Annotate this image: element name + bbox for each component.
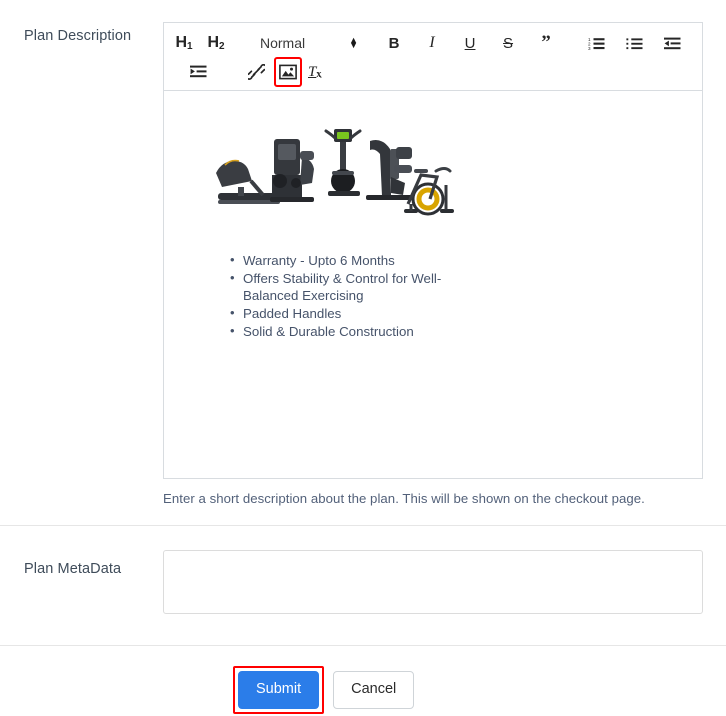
ordered-list-icon: 1 2 3 xyxy=(588,36,605,51)
insert-image-button[interactable] xyxy=(274,56,302,87)
heading-1-sub: 1 xyxy=(187,40,193,52)
indent-icon xyxy=(189,64,207,79)
rich-text-editor: H1 H2 Normal ▲ ▼ B I U S ” 1 2 3 Tx • Wa… xyxy=(163,22,703,479)
svg-text:3: 3 xyxy=(588,46,591,51)
blockquote-button[interactable]: ” xyxy=(534,30,558,56)
editor-toolbar: H1 H2 Normal ▲ ▼ B I U S ” 1 2 3 Tx xyxy=(163,22,703,91)
cancel-button[interactable]: Cancel xyxy=(333,671,415,709)
list-item: Padded Handles xyxy=(230,304,448,322)
plan-metadata-control xyxy=(163,550,703,619)
plan-metadata-row: Plan MetaData xyxy=(0,526,726,619)
heading-2-button[interactable]: H2 xyxy=(204,30,228,56)
ordered-list-button[interactable]: 1 2 3 xyxy=(584,30,608,56)
italic-button[interactable]: I xyxy=(420,30,444,56)
link-button[interactable] xyxy=(244,59,268,85)
underline-button[interactable]: U xyxy=(458,30,482,56)
bullet-list-button[interactable] xyxy=(622,30,646,56)
list-item: Warranty - Upto 6 Months xyxy=(230,251,448,269)
format-select[interactable]: Normal ▲ ▼ xyxy=(250,30,360,56)
link-icon xyxy=(247,63,265,80)
chevron-updown-icon: ▲ ▼ xyxy=(349,35,359,50)
editor-content-area[interactable]: Warranty - Upto 6 Months Offers Stabilit… xyxy=(163,91,703,479)
image-icon xyxy=(279,64,297,80)
footer-actions: Submit Cancel xyxy=(0,646,726,714)
outdent-icon xyxy=(663,36,681,51)
strikethrough-button[interactable]: S xyxy=(496,30,520,56)
clear-formatting-sub: x xyxy=(316,68,322,80)
product-image xyxy=(208,111,458,226)
feature-bullet-list: Warranty - Upto 6 Months Offers Stabilit… xyxy=(230,251,688,340)
indent-button[interactable] xyxy=(186,59,210,85)
plan-description-control: H1 H2 Normal ▲ ▼ B I U S ” 1 2 3 Tx • Wa… xyxy=(163,22,703,508)
italic-icon: I xyxy=(429,34,435,51)
outdent-button[interactable] xyxy=(660,30,684,56)
plan-metadata-label: Plan MetaData xyxy=(24,561,122,577)
strikethrough-icon: S xyxy=(503,34,514,52)
underline-icon: U xyxy=(464,34,476,52)
heading-1-label: H1 xyxy=(175,33,193,52)
clear-formatting-button[interactable]: Tx xyxy=(305,59,331,85)
clear-formatting-icon: Tx xyxy=(308,63,322,80)
plan-description-row: Plan Description H1 H2 Normal ▲ ▼ B I U … xyxy=(0,0,726,508)
heading-1-button[interactable]: H1 xyxy=(172,30,196,56)
bold-icon: B xyxy=(388,34,400,52)
heading-2-sub: 2 xyxy=(219,40,225,52)
list-item: Solid & Durable Construction xyxy=(230,322,448,340)
format-select-value: Normal xyxy=(260,35,306,51)
heading-2-label: H2 xyxy=(207,33,225,52)
quote-icon: ” xyxy=(541,32,551,54)
submit-button[interactable]: Submit xyxy=(238,671,320,709)
plan-description-label: Plan Description xyxy=(24,28,132,44)
bold-button[interactable]: B xyxy=(382,30,406,56)
plan-metadata-input[interactable] xyxy=(163,550,703,614)
bullet-list-icon xyxy=(625,36,643,51)
plan-description-help-text: Enter a short description about the plan… xyxy=(163,491,645,506)
list-item: Offers Stability & Control for Well-Bala… xyxy=(230,269,448,304)
submit-button-highlight: Submit xyxy=(233,666,325,714)
